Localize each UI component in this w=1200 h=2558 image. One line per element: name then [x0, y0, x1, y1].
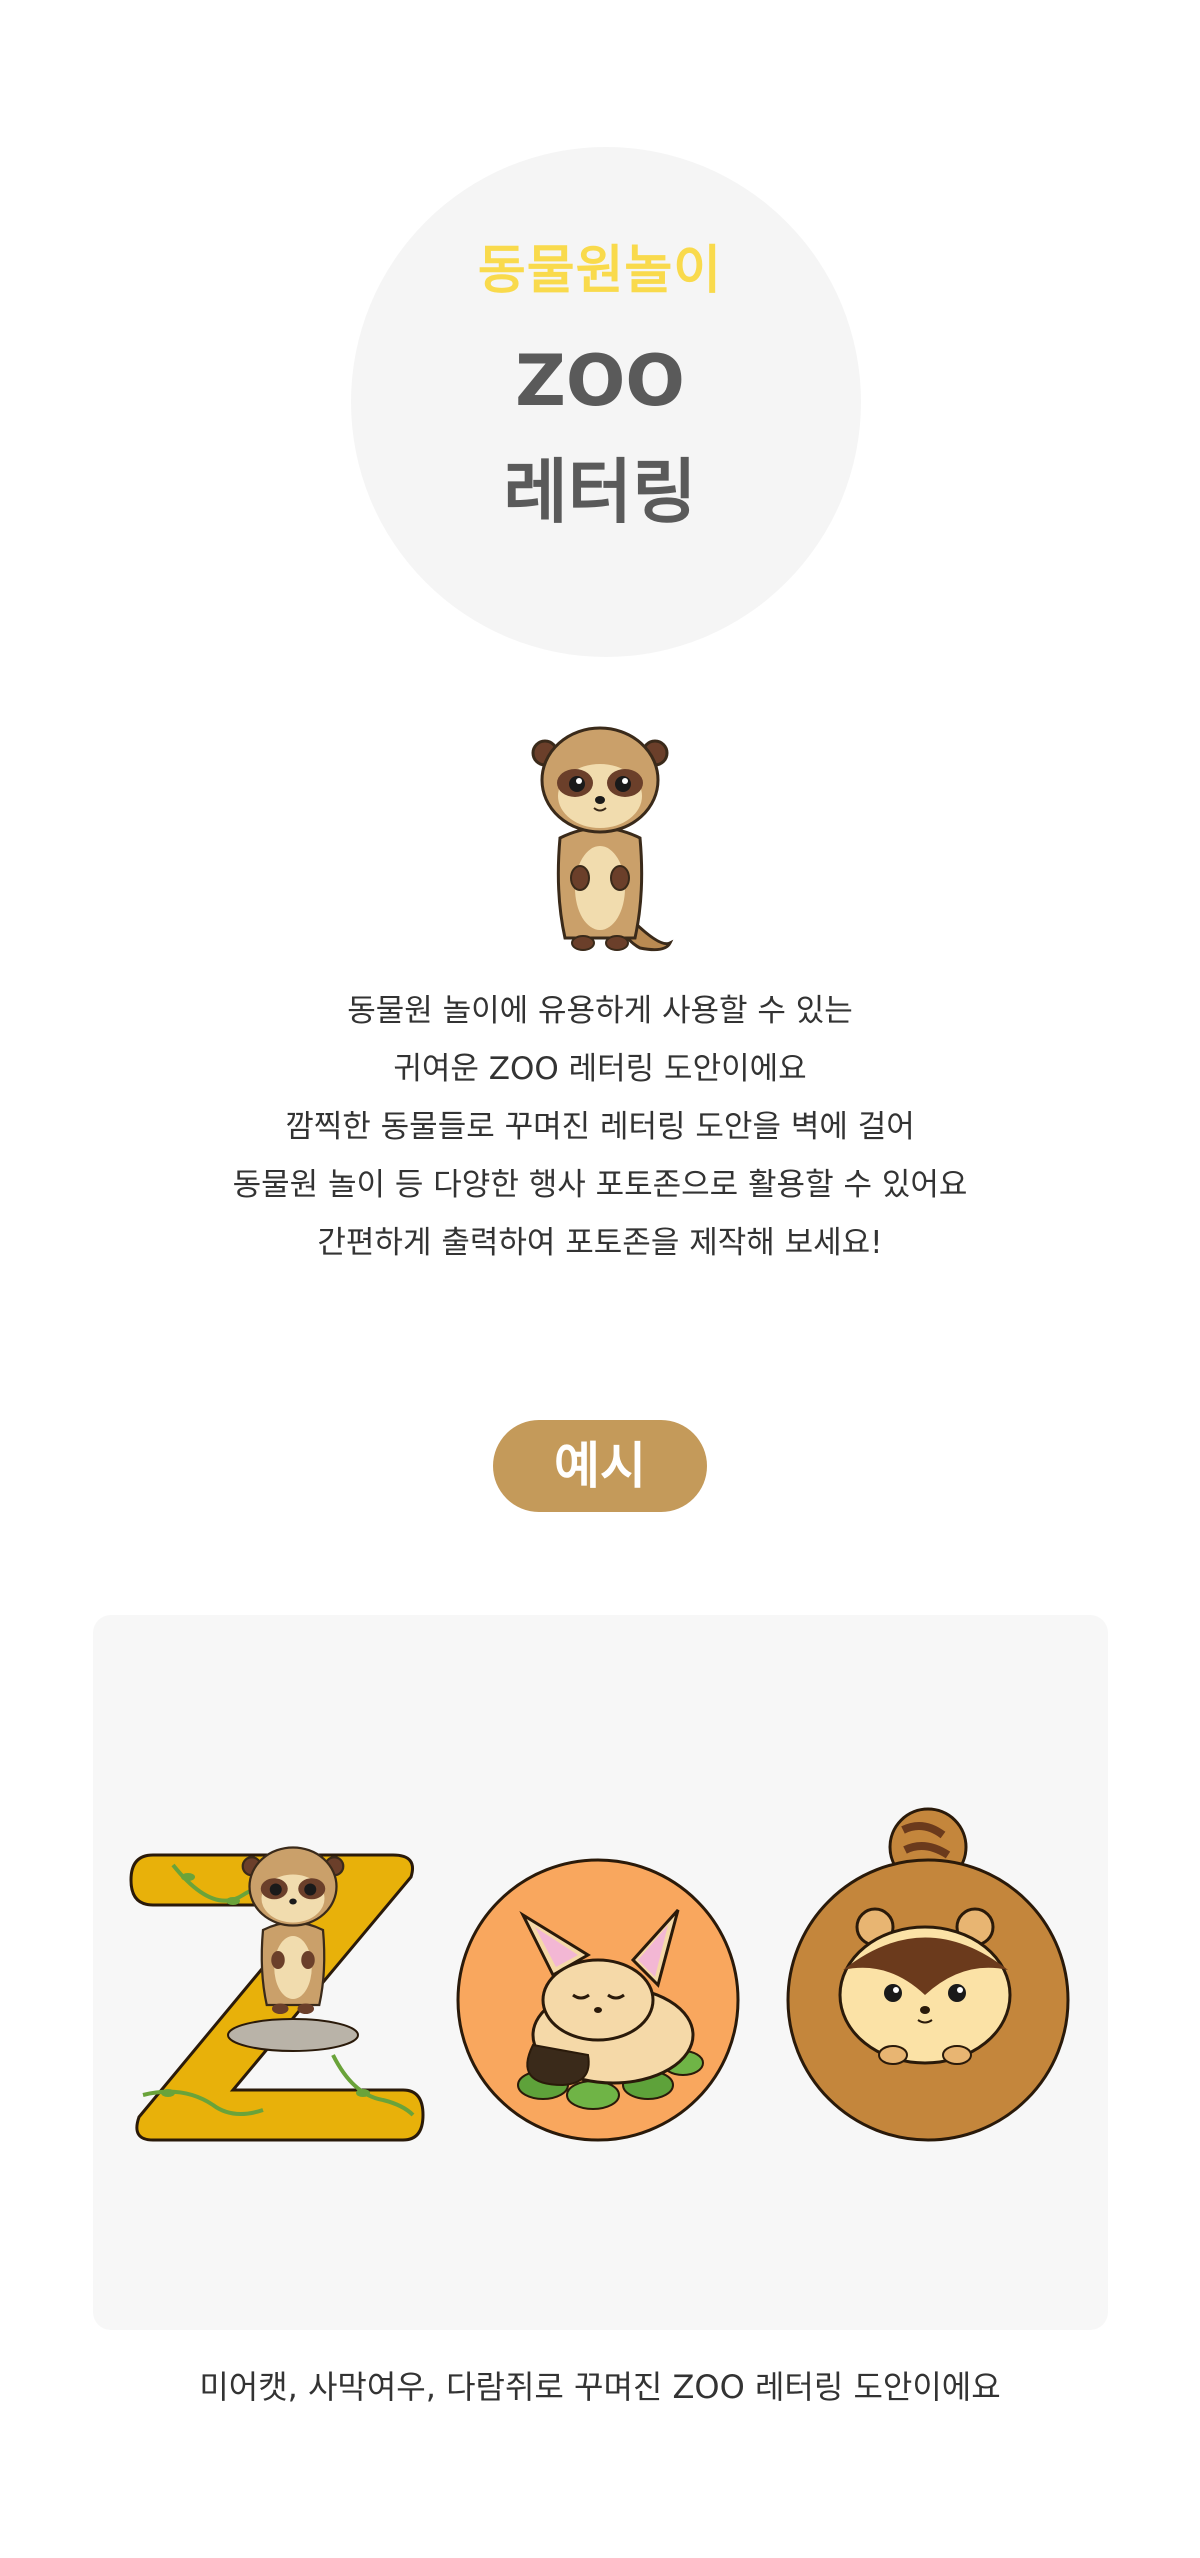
description-line: 깜찍한 동물들로 꾸며진 레터링 도안을 벽에 걸어: [285, 1109, 915, 1145]
example-caption: 미어캣, 사막여우, 다람쥐로 꾸며진 ZOO 레터링 도안이에요: [199, 2368, 1001, 2406]
description-line: 동물원 놀이에 유용하게 사용할 수 있는: [347, 993, 853, 1029]
meerkat-icon: [531, 726, 674, 952]
example-card: [93, 1615, 1108, 2330]
example-badge: 예시: [493, 1420, 707, 1512]
zoo-lettering-illustration: [129, 1807, 1070, 2142]
hero-subtitle: 동물원놀이: [477, 241, 723, 301]
page: 동물원놀이 ZOO 레터링 동물원 놀이에 유용하게 사용할 수 있는 귀여운 …: [0, 0, 1200, 2558]
description-line: 동물원 놀이 등 다양한 행사 포토존으로 활용할 수 있어요: [232, 1167, 968, 1203]
description: 동물원 놀이에 유용하게 사용할 수 있는 귀여운 ZOO 레터링 도안이에요 …: [0, 982, 1200, 1272]
letter-o-squirrel: [786, 1807, 1070, 2142]
letter-z: [129, 1846, 425, 2142]
description-line: 귀여운 ZOO 레터링 도안이에요: [393, 1051, 807, 1087]
letter-o-fox: [456, 1858, 740, 2142]
hero-title-lettering: 레터링: [503, 451, 697, 533]
description-line: 간편하게 출력하여 포토존을 제작해 보세요!: [317, 1225, 883, 1261]
hero-title-zoo: ZOO: [515, 340, 685, 422]
